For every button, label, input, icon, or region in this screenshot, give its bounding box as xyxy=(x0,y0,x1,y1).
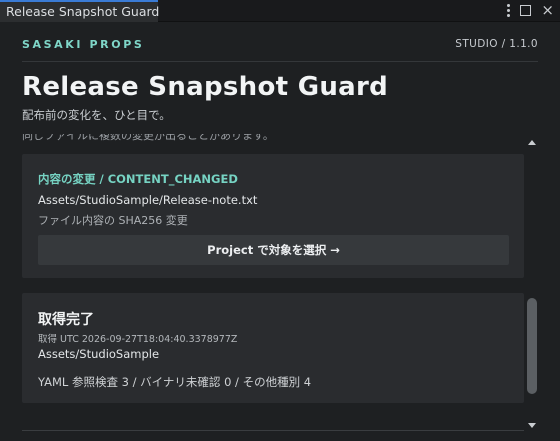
content-divider xyxy=(22,430,524,431)
page-subtitle: 配布前の変化を、ひと目で。 xyxy=(22,108,171,122)
changed-file-path: Assets/StudioSample/Release-note.txt xyxy=(38,193,258,207)
status-title: 取得完了 xyxy=(38,312,94,328)
tab-release-snapshot-guard[interactable]: Release Snapshot Guard xyxy=(0,0,160,22)
tab-controls: × xyxy=(507,1,554,20)
select-in-project-button[interactable]: Project で対象を選択 → xyxy=(38,235,509,265)
brand-label: SASAKI PROPS xyxy=(22,38,145,51)
scroll-up-icon[interactable] xyxy=(528,140,536,145)
capture-stats: YAML 参照検査 3 / バイナリ未確認 0 / その他種別 4 xyxy=(38,375,312,389)
vertical-scrollbar[interactable] xyxy=(524,134,540,441)
change-card: 内容の変更 / CONTENT_CHANGED Assets/StudioSam… xyxy=(22,154,524,278)
window-header: SASAKI PROPS STUDIO / 1.1.0 Release Snap… xyxy=(0,22,560,134)
note-text: 同じファイルに複数の変更が出ることがあります。 xyxy=(22,134,274,142)
capture-timestamp: 取得 UTC 2026-09-27T18:04:40.3378977Z xyxy=(38,334,238,345)
scroll-content[interactable]: 同じファイルに複数の変更が出ることがあります。 内容の変更 / CONTENT_… xyxy=(0,134,524,441)
scrollbar-thumb[interactable] xyxy=(527,297,537,394)
tab-bar: Release Snapshot Guard × xyxy=(0,0,560,22)
page-title: Release Snapshot Guard xyxy=(22,72,389,102)
close-icon[interactable]: × xyxy=(541,1,554,20)
header-divider xyxy=(22,61,538,62)
tab-title: Release Snapshot Guard xyxy=(6,4,160,19)
status-card: 取得完了 取得 UTC 2026-09-27T18:04:40.3378977Z… xyxy=(22,293,524,403)
scroll-down-icon[interactable] xyxy=(528,423,536,428)
maximize-icon[interactable] xyxy=(520,5,532,16)
change-type-label: 内容の変更 / CONTENT_CHANGED xyxy=(38,172,238,186)
change-detail: ファイル内容の SHA256 変更 xyxy=(38,214,188,227)
version-label: STUDIO / 1.1.0 xyxy=(455,38,538,50)
more-options-icon[interactable] xyxy=(507,4,511,17)
capture-path: Assets/StudioSample xyxy=(38,347,160,361)
